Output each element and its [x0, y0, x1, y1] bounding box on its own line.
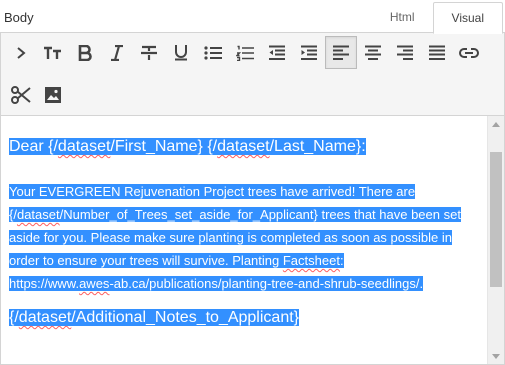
scrollbar-thumb[interactable] — [490, 152, 502, 287]
editor-scrollbar[interactable] — [487, 116, 504, 364]
numbered-list-icon[interactable] — [229, 36, 261, 69]
align-left-icon[interactable] — [325, 36, 357, 69]
greeting-line: Dear {/dataset/First_Name} {/dataset/Las… — [9, 138, 366, 155]
bold-icon[interactable] — [69, 36, 101, 69]
text-size-icon[interactable] — [37, 36, 69, 69]
editor-toolbar — [0, 32, 505, 116]
chevron-right-icon[interactable] — [5, 36, 37, 69]
tab-html[interactable]: Html — [372, 2, 433, 34]
message-paragraph: Your EVERGREEN Rejuvenation Project tree… — [9, 184, 461, 291]
body-field-label: Body — [4, 10, 34, 25]
indent-icon[interactable] — [293, 36, 325, 69]
link-icon[interactable] — [453, 36, 485, 69]
justify-icon[interactable] — [421, 36, 453, 69]
rich-text-editor[interactable]: Dear {/dataset/First_Name} {/dataset/Las… — [0, 116, 505, 365]
underline-icon[interactable] — [165, 36, 197, 69]
align-right-icon[interactable] — [389, 36, 421, 69]
bulleted-list-icon[interactable] — [197, 36, 229, 69]
image-icon[interactable] — [37, 78, 69, 111]
outdent-icon[interactable] — [261, 36, 293, 69]
strikethrough-icon[interactable] — [133, 36, 165, 69]
scroll-down-arrow-icon[interactable] — [488, 348, 504, 364]
tab-visual[interactable]: Visual — [432, 2, 503, 34]
align-center-icon[interactable] — [357, 36, 389, 69]
additional-notes-line: {/dataset/Additional_Notes_to_Applicant} — [9, 309, 299, 326]
cut-icon[interactable] — [5, 78, 37, 111]
italic-icon[interactable] — [101, 36, 133, 69]
editor-content[interactable]: Dear {/dataset/First_Name} {/dataset/Las… — [9, 134, 479, 331]
scroll-up-arrow-icon[interactable] — [488, 116, 504, 133]
editor-mode-tabs: Html Visual — [372, 2, 503, 34]
